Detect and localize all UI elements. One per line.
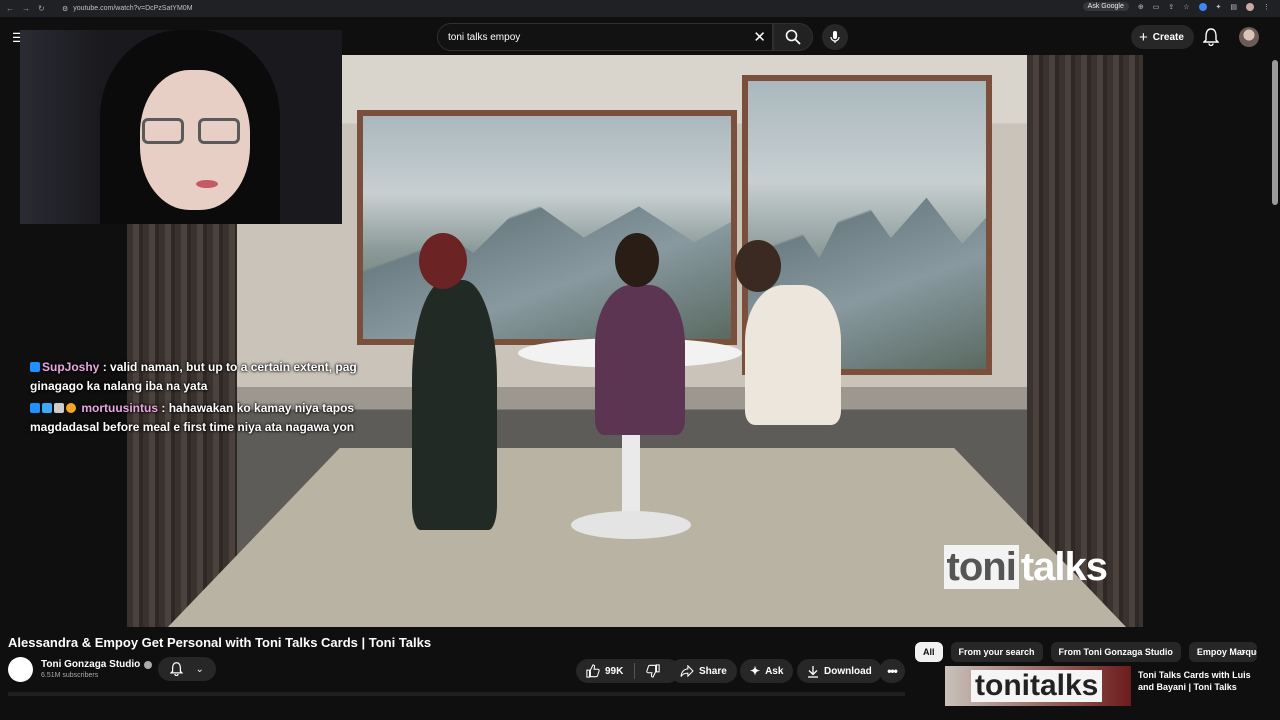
webcam-lips: [196, 180, 218, 188]
chat-text: : hahawakan ko kamay niya tapos magdadas…: [30, 401, 355, 434]
voice-search-button[interactable]: [822, 24, 848, 50]
subscriber-count: 6.51M subscribers: [41, 672, 99, 679]
chevron-down-icon: ⌄: [195, 663, 204, 675]
channel-name-link[interactable]: Toni Gonzaga Studio: [41, 659, 153, 670]
watermark-talks: talks: [1020, 545, 1108, 589]
browser-nav: ← → ↻: [0, 4, 60, 13]
video-title: Alessandra & Empoy Get Personal with Ton…: [8, 635, 432, 650]
watermark-toni: toni: [943, 545, 1019, 589]
chat-message: mortuusintus : hahawakan ko kamay niya t…: [30, 399, 360, 437]
cast-icon[interactable]: ▭: [1153, 3, 1160, 11]
recommended-video-thumbnail[interactable]: tonitalks: [945, 666, 1131, 706]
chip-all[interactable]: All: [915, 642, 943, 662]
scene-person-center: [595, 285, 685, 435]
recommendation-chips: All From your search From Toni Gonzaga S…: [915, 642, 1257, 662]
channel-avatar[interactable]: [8, 657, 33, 682]
chat-username: SupJoshy: [42, 360, 100, 374]
search-icon: [785, 29, 801, 45]
site-info-icon[interactable]: ⚙: [62, 5, 68, 13]
extensions-puzzle-icon[interactable]: ✦: [1216, 3, 1222, 11]
search-button[interactable]: [773, 23, 813, 51]
create-label: Create: [1152, 31, 1184, 43]
toni-talks-watermark: toni talks: [943, 545, 1108, 589]
sparkle-icon: ✦: [750, 664, 761, 678]
bell-icon: [170, 662, 184, 676]
clear-search-icon[interactable]: ✕: [753, 28, 766, 46]
url-text: youtube.com/watch?v=DcPzSatYM0M: [73, 5, 193, 12]
browser-menu-icon[interactable]: ⋮: [1263, 3, 1270, 11]
scene-person-left: [412, 280, 497, 530]
bookmark-star-icon[interactable]: ☆: [1183, 3, 1189, 11]
stream-chat-overlay: SupJoshy : valid naman, but up to a cert…: [30, 358, 360, 440]
search-input[interactable]: toni talks empoy ✕: [437, 23, 773, 51]
webcam-glasses-right: [198, 118, 240, 144]
forward-icon[interactable]: →: [22, 4, 30, 13]
chip-from-channel[interactable]: From Toni Gonzaga Studio: [1050, 642, 1181, 662]
like-count: 99K: [605, 665, 624, 677]
chat-badge-icon: [30, 362, 40, 372]
description-box-edge: [8, 692, 905, 696]
scene-person-right: [745, 285, 841, 425]
chip-from-your-search[interactable]: From your search: [950, 642, 1043, 662]
scene-person-right-head: [735, 240, 781, 292]
chat-badge-icon: [42, 403, 52, 413]
zoom-icon[interactable]: ⊕: [1138, 3, 1144, 11]
chat-username: mortuusintus: [81, 401, 159, 415]
ask-button[interactable]: ✦ Ask: [740, 659, 794, 683]
sidebar-icon[interactable]: ▤: [1230, 3, 1237, 11]
scene-table-base: [571, 511, 691, 539]
like-dislike-group: 99K: [576, 659, 680, 683]
like-divider: [634, 663, 636, 679]
webcam-background: [20, 30, 100, 224]
chat-badge-icon: [30, 403, 40, 413]
reload-icon[interactable]: ↻: [38, 4, 45, 13]
verified-icon: [144, 660, 153, 669]
channel-name: Toni Gonzaga Studio: [41, 659, 141, 670]
chevron-right-icon[interactable]: ›: [1241, 644, 1245, 659]
like-button[interactable]: 99K: [586, 664, 623, 678]
download-button[interactable]: Download: [797, 659, 882, 683]
subscription-bell-button[interactable]: ⌄: [158, 657, 216, 681]
ask-google-button[interactable]: Ask Google: [1082, 2, 1129, 11]
webcam-overlay: [20, 30, 342, 224]
share-page-icon[interactable]: ⇪: [1168, 3, 1174, 11]
browser-toolbar: ← → ↻ ⚙ youtube.com/watch?v=DcPzSatYM0M …: [0, 0, 1280, 17]
share-label: Share: [699, 665, 727, 677]
account-avatar[interactable]: [1239, 27, 1259, 47]
profile-icon[interactable]: [1246, 2, 1254, 11]
microphone-icon: [830, 31, 840, 43]
thumbs-down-icon[interactable]: [646, 664, 661, 678]
create-button[interactable]: + Create: [1131, 25, 1194, 49]
download-label: Download: [824, 665, 872, 677]
scene-window-left: [357, 110, 737, 345]
share-icon: [680, 665, 694, 677]
share-button[interactable]: Share: [670, 659, 737, 683]
page-scrollbar[interactable]: [1272, 60, 1278, 205]
scene-person-left-head: [419, 233, 467, 289]
browser-actions: Ask Google ⊕ ▭ ⇪ ☆ ✦ ▤ ⋮: [1082, 2, 1270, 11]
webcam-glasses-left: [142, 118, 184, 144]
ask-label: Ask: [765, 665, 784, 677]
extension-icon[interactable]: [1198, 2, 1207, 11]
chip-empoy[interactable]: Empoy Marque: [1188, 642, 1257, 662]
back-icon[interactable]: ←: [6, 4, 14, 13]
download-icon: [808, 665, 818, 678]
notifications-bell-icon[interactable]: [1203, 28, 1219, 46]
thumbs-up-icon: [586, 664, 600, 678]
scene-person-center-head: [615, 233, 659, 287]
plus-icon: +: [1139, 28, 1148, 46]
chat-badge-icon: [66, 403, 76, 413]
search-query: toni talks empoy: [448, 31, 521, 43]
more-horizontal-icon: •••: [887, 664, 898, 678]
scene-curtain-right: [1027, 55, 1143, 627]
chat-badge-icon: [54, 403, 64, 413]
chat-message: SupJoshy : valid naman, but up to a cert…: [30, 358, 360, 396]
recommended-video-title[interactable]: Toni Talks Cards with Luis and Bayani | …: [1138, 669, 1268, 693]
thumbnail-logo-text: tonitalks: [971, 670, 1103, 702]
address-bar[interactable]: ⚙ youtube.com/watch?v=DcPzSatYM0M: [62, 5, 193, 13]
more-actions-button[interactable]: •••: [879, 659, 905, 683]
